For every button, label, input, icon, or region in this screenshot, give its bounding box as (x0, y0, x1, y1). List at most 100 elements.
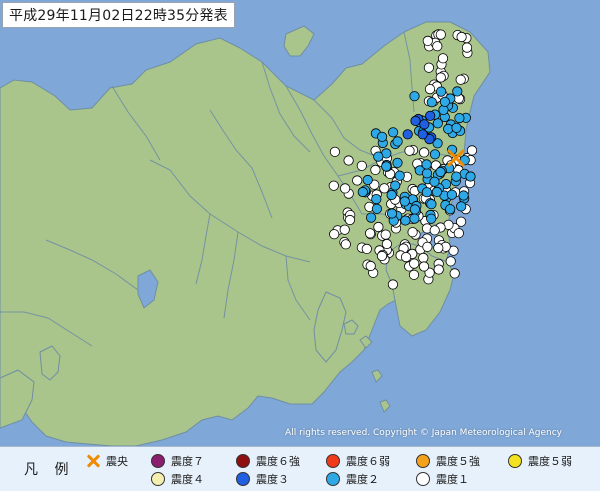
legend-item-shindo-1: 震度１ (416, 471, 469, 487)
station-shindo-1 (382, 239, 391, 248)
shindo-6-strong-swatch (236, 454, 250, 468)
legend-label-shindo-7: 震度７ (171, 453, 204, 469)
station-shindo-2 (395, 171, 404, 180)
station-shindo-1 (436, 73, 445, 82)
station-shindo-2 (447, 190, 456, 199)
station-shindo-1 (340, 184, 349, 193)
legend-label-epicenter: 震央 (106, 453, 128, 469)
shindo-5-weak-swatch (508, 454, 522, 468)
station-shindo-2 (427, 200, 436, 209)
station-shindo-2 (466, 172, 475, 181)
station-shindo-2 (377, 132, 386, 141)
legend-title: 凡 例 (24, 459, 74, 479)
station-shindo-1 (357, 161, 366, 170)
station-shindo-1 (362, 244, 371, 253)
station-shindo-1 (423, 36, 432, 45)
map-svg (0, 0, 600, 450)
shindo-2-swatch (326, 472, 340, 486)
station-shindo-1 (341, 240, 350, 249)
station-shindo-1 (329, 181, 338, 190)
station-shindo-1 (438, 54, 447, 63)
station-shindo-2 (430, 177, 439, 186)
station-shindo-1 (388, 280, 397, 289)
legend: 凡 例 震央 震度７ 震度６強 震度６弱 震度５強 震度５弱 震度４ 震度３ 震… (0, 446, 600, 491)
station-shindo-2 (422, 169, 431, 178)
station-shindo-2 (436, 87, 445, 96)
station-shindo-2 (372, 204, 381, 213)
shindo-4-swatch (151, 472, 165, 486)
legend-label-shindo-6-strong: 震度６強 (256, 453, 300, 469)
station-shindo-2 (459, 191, 468, 200)
shindo-1-swatch (416, 472, 430, 486)
station-shindo-2 (433, 119, 442, 128)
station-shindo-1 (446, 257, 455, 266)
legend-label-shindo-4: 震度４ (171, 471, 204, 487)
station-shindo-1 (430, 226, 439, 235)
station-shindo-1 (419, 262, 428, 271)
station-shindo-2 (363, 175, 372, 184)
station-shindo-2 (455, 113, 464, 122)
legend-label-shindo-6-weak: 震度６弱 (346, 453, 390, 469)
station-shindo-2 (422, 160, 431, 169)
station-shindo-2 (358, 187, 367, 196)
station-shindo-2 (422, 188, 431, 197)
copyright-notice: All rights reserved. Copyright © Japan M… (285, 428, 562, 438)
station-shindo-1 (409, 270, 418, 279)
station-shindo-2 (410, 214, 419, 223)
station-shindo-2 (446, 205, 455, 214)
station-shindo-2 (374, 152, 383, 161)
station-shindo-2 (391, 181, 400, 190)
legend-item-shindo-6-weak: 震度６弱 (326, 453, 390, 469)
station-shindo-2 (401, 216, 410, 225)
station-shindo-1 (353, 176, 362, 185)
station-shindo-1 (433, 42, 442, 51)
station-shindo-1 (371, 165, 380, 174)
station-shindo-2 (430, 150, 439, 159)
station-shindo-2 (366, 213, 375, 222)
station-shindo-1 (425, 84, 434, 93)
station-shindo-2 (388, 128, 397, 137)
station-shindo-1 (377, 251, 386, 260)
station-shindo-2 (432, 187, 441, 196)
station-shindo-2 (372, 194, 381, 203)
station-shindo-2 (400, 197, 409, 206)
station-shindo-1 (434, 243, 443, 252)
legend-item-shindo-5-strong: 震度５強 (416, 453, 480, 469)
legend-item-shindo-2: 震度２ (326, 471, 379, 487)
station-shindo-2 (453, 87, 462, 96)
station-shindo-2 (452, 172, 461, 181)
station-shindo-1 (330, 230, 339, 239)
station-shindo-2 (452, 123, 461, 132)
legend-item-epicenter: 震央 (86, 453, 128, 469)
station-shindo-1 (410, 259, 419, 268)
station-shindo-2 (387, 190, 396, 199)
station-shindo-2 (436, 167, 445, 176)
station-shindo-1 (381, 230, 390, 239)
station-shindo-2 (427, 98, 436, 107)
station-shindo-2 (387, 209, 396, 218)
shindo-5-strong-swatch (416, 454, 430, 468)
intensity-map (0, 0, 600, 450)
station-shindo-3 (420, 120, 429, 129)
station-shindo-1 (424, 63, 433, 72)
station-shindo-1 (434, 265, 443, 274)
legend-item-shindo-6-strong: 震度６強 (236, 453, 300, 469)
station-shindo-1 (366, 261, 375, 270)
station-shindo-1 (436, 30, 445, 39)
station-shindo-1 (457, 32, 466, 41)
legend-label-shindo-3: 震度３ (256, 471, 289, 487)
station-shindo-1 (462, 43, 471, 52)
epicenter-icon (86, 454, 100, 468)
shindo-7-swatch (151, 454, 165, 468)
station-shindo-1 (456, 75, 465, 84)
legend-label-shindo-1: 震度１ (436, 471, 469, 487)
station-shindo-1 (365, 229, 374, 238)
station-shindo-1 (345, 215, 354, 224)
station-shindo-3 (426, 111, 435, 120)
station-shindo-3 (418, 130, 427, 139)
legend-item-shindo-4: 震度４ (151, 471, 204, 487)
issue-time-title: 平成29年11月02日22時35分発表 (2, 2, 235, 28)
station-shindo-2 (444, 124, 453, 133)
station-shindo-3 (403, 130, 412, 139)
legend-item-shindo-7: 震度７ (151, 453, 204, 469)
